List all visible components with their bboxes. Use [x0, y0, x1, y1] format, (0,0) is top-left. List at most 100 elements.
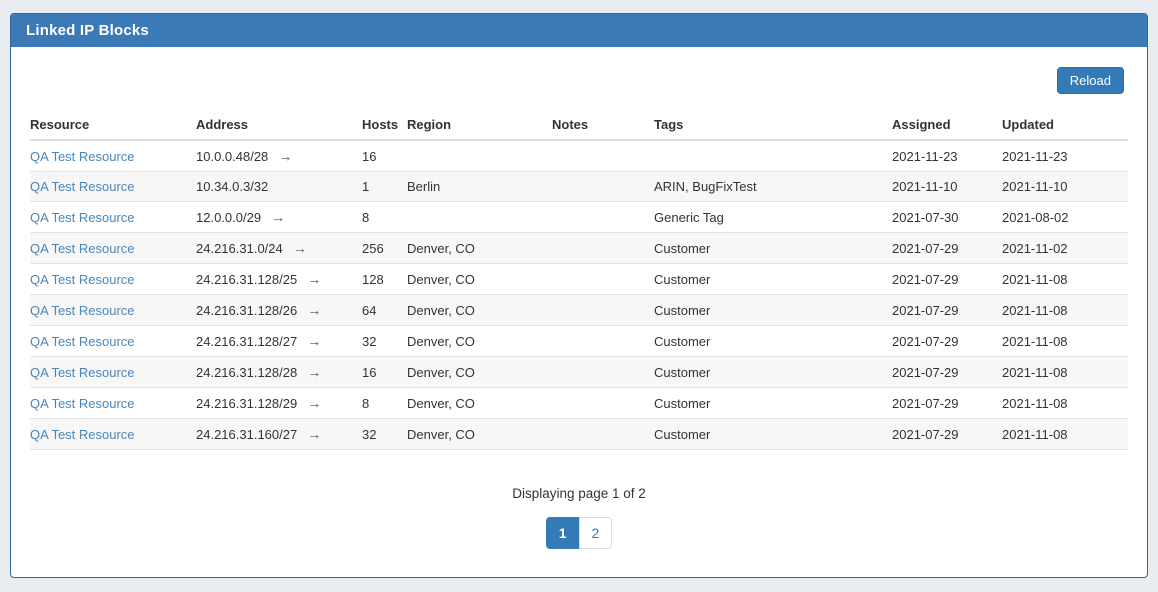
region-cell: Berlin: [407, 172, 552, 202]
right-arrow-icon[interactable]: →: [307, 333, 321, 349]
hosts-cell: 8: [362, 388, 407, 419]
hosts-cell: 1: [362, 172, 407, 202]
assigned-cell: 2021-11-10: [892, 172, 1002, 202]
resource-link[interactable]: QA Test Resource: [30, 396, 135, 411]
reload-button[interactable]: Reload: [1057, 67, 1124, 94]
address-text: 24.216.31.128/27: [196, 334, 297, 349]
right-arrow-icon[interactable]: →: [307, 271, 321, 287]
address-cell: 24.216.31.128/27 →: [196, 326, 362, 357]
column-header-notes: Notes: [552, 110, 654, 140]
tags-cell: ARIN, BugFixTest: [654, 172, 892, 202]
tags-cell: Customer: [654, 264, 892, 295]
page-button-1[interactable]: 1: [546, 517, 580, 549]
tags-cell: Customer: [654, 388, 892, 419]
address-text: 10.0.0.48/28: [196, 149, 268, 164]
panel-header: Linked IP Blocks: [11, 14, 1147, 47]
resource-link[interactable]: QA Test Resource: [30, 272, 135, 287]
region-cell: Denver, CO: [407, 233, 552, 264]
right-arrow-icon[interactable]: →: [293, 240, 307, 256]
resource-cell: QA Test Resource: [30, 233, 196, 264]
table-row: QA Test Resource 10.34.0.3/32 1Berlin ARIN,…: [30, 172, 1128, 202]
paging-status: Displaying page 1 of 2: [30, 486, 1128, 501]
right-arrow-icon[interactable]: →: [271, 209, 285, 225]
resource-cell: QA Test Resource: [30, 388, 196, 419]
region-cell: [407, 202, 552, 233]
notes-cell: [552, 326, 654, 357]
hosts-cell: 16: [362, 357, 407, 388]
region-cell: Denver, CO: [407, 295, 552, 326]
address-text: 12.0.0.0/29: [196, 210, 261, 225]
resource-cell: QA Test Resource: [30, 202, 196, 233]
updated-cell: 2021-08-02: [1002, 202, 1128, 233]
address-text: 24.216.31.128/25: [196, 272, 297, 287]
updated-cell: 2021-11-02: [1002, 233, 1128, 264]
notes-cell: [552, 233, 654, 264]
right-arrow-icon[interactable]: →: [278, 148, 292, 164]
address-cell: 24.216.31.128/26 →: [196, 295, 362, 326]
table-row: QA Test Resource12.0.0.0/29→8Generic Tag…: [30, 202, 1128, 233]
address-text: 24.216.31.128/26: [196, 303, 297, 318]
hosts-cell: 64: [362, 295, 407, 326]
region-cell: Denver, CO: [407, 419, 552, 450]
resource-link[interactable]: QA Test Resource: [30, 334, 135, 349]
table-row: QA Test Resource24.216.31.128/27→32Denve…: [30, 326, 1128, 357]
updated-cell: 2021-11-10: [1002, 172, 1128, 202]
address-text: 10.34.0.3/32: [196, 179, 268, 194]
region-cell: Denver, CO: [407, 326, 552, 357]
resource-cell: QA Test Resource: [30, 264, 196, 295]
panel-body: Reload ResourceAddressHostsRegionNotesTa…: [11, 47, 1147, 549]
resource-cell: QA Test Resource: [30, 295, 196, 326]
linked-ip-blocks-panel: Linked IP Blocks Reload ResourceAddressH…: [10, 13, 1148, 578]
address-cell: 24.216.31.128/25 →: [196, 264, 362, 295]
region-cell: Denver, CO: [407, 388, 552, 419]
column-header-assigned: Assigned: [892, 110, 1002, 140]
resource-link[interactable]: QA Test Resource: [30, 427, 135, 442]
updated-cell: 2021-11-08: [1002, 295, 1128, 326]
address-cell: 24.216.31.0/24 →: [196, 233, 362, 264]
updated-cell: 2021-11-08: [1002, 264, 1128, 295]
tags-cell: Customer: [654, 357, 892, 388]
assigned-cell: 2021-07-29: [892, 233, 1002, 264]
resource-link[interactable]: QA Test Resource: [30, 303, 135, 318]
resource-cell: QA Test Resource: [30, 419, 196, 450]
assigned-cell: 2021-07-29: [892, 326, 1002, 357]
updated-cell: 2021-11-08: [1002, 326, 1128, 357]
resource-link[interactable]: QA Test Resource: [30, 149, 135, 164]
column-header-hosts: Hosts: [362, 110, 407, 140]
hosts-cell: 8: [362, 202, 407, 233]
right-arrow-icon[interactable]: →: [307, 302, 321, 318]
table-row: QA Test Resource24.216.31.0/24→256Denver…: [30, 233, 1128, 264]
resource-link[interactable]: QA Test Resource: [30, 210, 135, 225]
notes-cell: [552, 419, 654, 450]
right-arrow-icon[interactable]: →: [307, 364, 321, 380]
resource-cell: QA Test Resource: [30, 140, 196, 172]
table-row: QA Test Resource24.216.31.160/27→32Denve…: [30, 419, 1128, 450]
notes-cell: [552, 140, 654, 172]
address-text: 24.216.31.0/24: [196, 241, 283, 256]
notes-cell: [552, 202, 654, 233]
right-arrow-icon[interactable]: →: [307, 426, 321, 442]
column-header-updated: Updated: [1002, 110, 1128, 140]
resource-link[interactable]: QA Test Resource: [30, 365, 135, 380]
notes-cell: [552, 357, 654, 388]
region-cell: [407, 140, 552, 172]
assigned-cell: 2021-07-30: [892, 202, 1002, 233]
tags-cell: [654, 140, 892, 172]
assigned-cell: 2021-11-23: [892, 140, 1002, 172]
resource-cell: QA Test Resource: [30, 357, 196, 388]
panel-title: Linked IP Blocks: [26, 22, 149, 39]
table-row: QA Test Resource 24.216.31.128/26 → 64Denve…: [30, 295, 1128, 326]
page-button-2[interactable]: 2: [579, 517, 613, 549]
resource-link[interactable]: QA Test Resource: [30, 179, 135, 194]
region-cell: Denver, CO: [407, 264, 552, 295]
right-arrow-icon[interactable]: →: [307, 395, 321, 411]
resource-link[interactable]: QA Test Resource: [30, 241, 135, 256]
hosts-cell: 16: [362, 140, 407, 172]
assigned-cell: 2021-07-29: [892, 419, 1002, 450]
column-header-tags: Tags: [654, 110, 892, 140]
table-row: QA Test Resource24.216.31.128/29→8Denver…: [30, 388, 1128, 419]
updated-cell: 2021-11-08: [1002, 357, 1128, 388]
address-cell: 10.0.0.48/28 →: [196, 140, 362, 172]
pagination: 12: [30, 517, 1128, 549]
resource-cell: QA Test Resource: [30, 326, 196, 357]
